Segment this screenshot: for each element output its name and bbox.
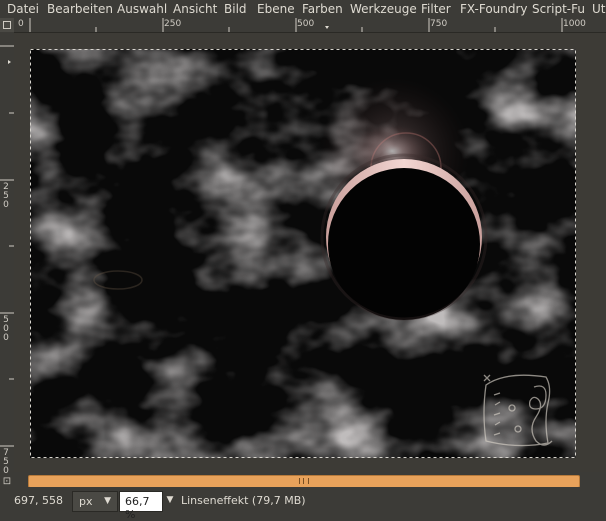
menu-bearbeiten[interactable]: Bearbeiten [47, 2, 113, 16]
vertical-ruler[interactable]: 250 500 750 [0, 32, 15, 476]
pointer-coordinates: 697, 558 [14, 494, 63, 507]
chevron-down-icon[interactable]: ▼ [163, 491, 177, 510]
unit-dropdown[interactable]: px ▼ [72, 491, 118, 512]
status-bar: 697, 558 px ▼ 66,7 % ▼ Linseneffekt (79,… [0, 487, 606, 521]
menu-auswahl[interactable]: Auswahl [117, 2, 167, 16]
unit-value: px [79, 495, 93, 508]
eclipse-image [14, 33, 606, 472]
horizontal-ruler[interactable]: 0 250 500 750 1000 [14, 18, 606, 33]
menu-script-fu[interactable]: Script-Fu [532, 2, 585, 16]
zoom-input[interactable]: 66,7 % [119, 491, 163, 521]
zoom-value: 66,7 % [125, 495, 150, 521]
menu-filter[interactable]: Filter [421, 2, 451, 16]
menu-farben[interactable]: Farben [302, 2, 343, 16]
scroll-grip[interactable] [299, 478, 309, 484]
menu-overflow[interactable]: Ut [592, 2, 606, 16]
status-message: Linseneffekt (79,7 MB) [181, 494, 306, 507]
menu-ansicht[interactable]: Ansicht [173, 2, 217, 16]
menu-bild[interactable]: Bild [224, 2, 247, 16]
vruler-ticks [0, 45, 14, 447]
hruler-ticks [29, 18, 563, 32]
menu-ebene[interactable]: Ebene [257, 2, 295, 16]
menu-datei[interactable]: Datei [7, 2, 39, 16]
quick-mask-toggle[interactable] [0, 18, 14, 32]
menu-bar: Datei Bearbeiten Auswahl Ansicht Bild Eb… [0, 0, 606, 18]
menu-werkzeuge[interactable]: Werkzeuge [350, 2, 417, 16]
image-canvas[interactable] [14, 33, 606, 472]
menu-fx-foundry[interactable]: FX-Foundry [460, 2, 528, 16]
chevron-down-icon: ▼ [104, 496, 111, 506]
